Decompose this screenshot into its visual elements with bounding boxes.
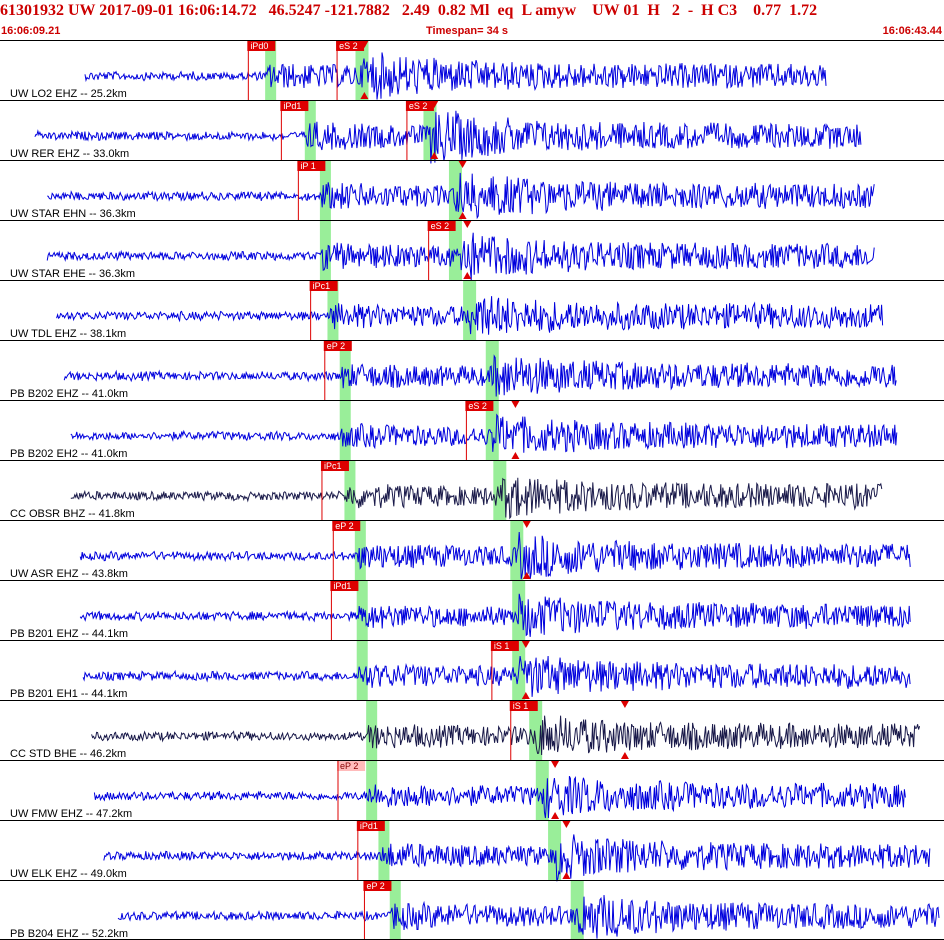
phase-pick[interactable]: eP 2 xyxy=(363,881,392,940)
trace-panel[interactable]: iS 1 PB B201 EH1 -- 44.1km xyxy=(0,640,944,700)
waveform xyxy=(117,895,940,939)
pick-label: eP 2 xyxy=(340,761,358,771)
trace-label: CC OBSR BHZ -- 41.8km xyxy=(10,508,135,520)
s-window xyxy=(548,820,562,880)
marker-down-icon xyxy=(562,821,571,828)
marker-down-icon xyxy=(522,521,531,528)
trace-panel[interactable]: iPd0 eS 2 UW LO2 EHZ -- 25.2km xyxy=(0,40,944,100)
pick-label: iS 1 xyxy=(513,701,529,711)
pick-label: iP 1 xyxy=(300,161,315,171)
trace-label: PB B201 EHZ -- 44.1km xyxy=(10,628,128,640)
waveform xyxy=(93,775,906,819)
seismogram-panels: iPd0 eS 2 UW LO2 EHZ -- 25.2km iPd1 eS 2 UW R… xyxy=(0,40,944,940)
pick-label: iS 1 xyxy=(494,641,510,651)
trace-panel[interactable]: iPd1 eS 2 UW RER EHZ -- 33.0km xyxy=(0,100,944,164)
trace-panel[interactable]: iPc1 CC OBSR BHZ -- 41.8km xyxy=(0,460,944,520)
marker-down-icon xyxy=(463,221,472,228)
waveform xyxy=(70,477,883,520)
waveform xyxy=(70,413,898,453)
waveform xyxy=(84,52,827,100)
pick-label: iPc1 xyxy=(313,281,331,291)
pick-label: iPd1 xyxy=(333,581,351,591)
pick-label: eS 2 xyxy=(468,401,487,411)
trace-label: UW STAR EHN -- 36.3km xyxy=(10,208,136,220)
waveform xyxy=(34,110,862,164)
end-time-label: 16:06:43.44 xyxy=(882,25,942,37)
trace-label: CC STD BHE -- 46.2km xyxy=(10,748,126,760)
trace-panel[interactable]: eP 2 UW FMW EHZ -- 47.2km xyxy=(0,760,944,820)
s-window xyxy=(463,280,477,340)
marker-up-icon xyxy=(511,452,520,459)
trace-label: PB B202 EH2 -- 41.0km xyxy=(10,448,127,460)
header-bar: 61301932 UW 2017-09-01 16:06:14.72 46.52… xyxy=(0,0,944,40)
waveform xyxy=(103,834,931,882)
trace-label: UW RER EHZ -- 33.0km xyxy=(10,148,129,160)
trace-panel[interactable]: iP 1 UW STAR EHN -- 36.3km xyxy=(0,160,944,220)
trace-label: PB B202 EHZ -- 41.0km xyxy=(10,388,128,400)
trace-panel[interactable]: eP 2 UW ASR EHZ -- 43.8km xyxy=(0,520,944,580)
trace-label: UW FMW EHZ -- 47.2km xyxy=(10,808,132,820)
waveform xyxy=(79,531,911,580)
phase-pick[interactable]: iPd1 xyxy=(280,101,309,160)
marker-down-icon xyxy=(511,401,520,408)
pick-label: eS 2 xyxy=(431,221,450,231)
trace-panel[interactable]: iS 1 CC STD BHE -- 46.2km xyxy=(0,700,944,760)
start-time-label: 16:06:09.21 xyxy=(1,25,61,37)
waveform xyxy=(79,593,911,637)
trace-panel[interactable]: eP 2 PB B202 EHZ -- 41.0km xyxy=(0,340,944,400)
trace-label: UW STAR EHE -- 36.3km xyxy=(10,268,135,280)
event-title: 61301932 UW 2017-09-01 16:06:14.72 46.52… xyxy=(0,2,818,19)
trace-label: UW ASR EHZ -- 43.8km xyxy=(10,568,128,580)
trace-panel[interactable]: iPc1 UW TDL EHZ -- 38.1km xyxy=(0,280,944,340)
pick-label: iPd1 xyxy=(283,101,301,111)
trace-label: UW LO2 EHZ -- 25.2km xyxy=(10,88,127,100)
marker-up-icon xyxy=(620,752,629,759)
trace-label: PB B204 EHZ -- 52.2km xyxy=(10,928,128,940)
trace-panel[interactable]: eP 2 PB B204 EHZ -- 52.2km xyxy=(0,880,944,940)
trace-label: UW TDL EHZ -- 38.1km xyxy=(10,328,126,340)
marker-up-icon xyxy=(463,272,472,279)
s-window xyxy=(493,460,507,520)
trace-panel[interactable]: iPd1 PB B201 EHZ -- 44.1km xyxy=(0,580,944,640)
marker-down-icon xyxy=(551,761,560,768)
trace-panel[interactable]: eS 2 UW STAR EHE -- 36.3km xyxy=(0,220,944,281)
marker-up-icon xyxy=(562,872,571,879)
pick-label: eS 2 xyxy=(409,101,428,111)
pick-label: iPd1 xyxy=(360,821,378,831)
marker-down-icon xyxy=(620,701,629,708)
trace-panel[interactable]: iPd1 UW ELK EHZ -- 49.0km xyxy=(0,820,944,882)
pick-label: iPd0 xyxy=(250,41,268,51)
timespan-label: Timespan= 34 s xyxy=(426,25,509,37)
pick-label: eP 2 xyxy=(327,341,345,351)
trace-label: UW ELK EHZ -- 49.0km xyxy=(10,868,127,880)
waveform xyxy=(91,715,921,756)
marker-up-icon xyxy=(551,812,560,819)
pick-label: eS 2 xyxy=(339,41,358,51)
pick-label: iPc1 xyxy=(324,461,342,471)
trace-label: PB B201 EH1 -- 44.1km xyxy=(10,688,127,700)
trace-panel[interactable]: eS 2 PB B202 EH2 -- 41.0km xyxy=(0,400,944,460)
phase-pick[interactable]: eP 2 xyxy=(337,761,366,820)
phase-pick[interactable]: iPd1 xyxy=(330,581,359,640)
pick-label: eP 2 xyxy=(366,881,384,891)
waveform xyxy=(82,655,911,697)
pick-label: eP 2 xyxy=(335,521,353,531)
waveform xyxy=(63,354,897,397)
